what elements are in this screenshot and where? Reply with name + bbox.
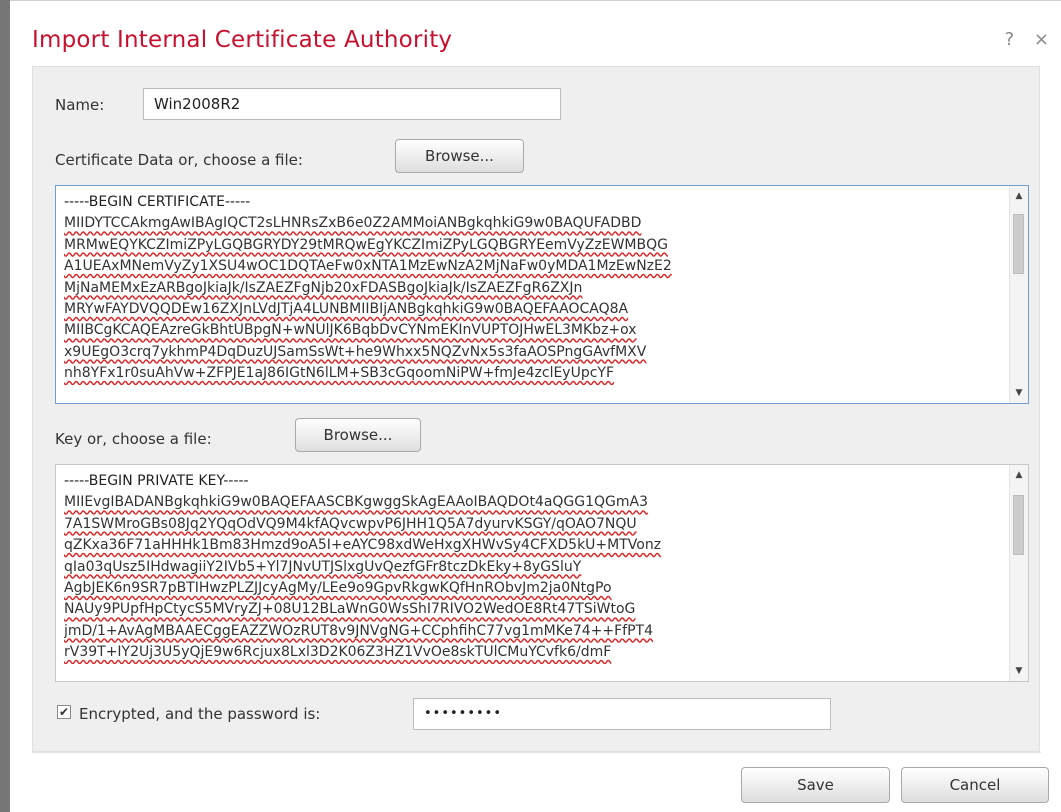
text-line: qZKxa36F71aHHHk1Bm83Hmzd9oA5I+eAYC98xdWe… <box>64 537 662 554</box>
text-line: MIIDYTCCAkmgAwIBAgIQCT2sLHNRsZxB6e0Z2AMM… <box>64 215 642 232</box>
text-line: MjNaMEMxEzARBgoJkiaJk/IsZAEZFgNjb20xFDAS… <box>64 279 583 296</box>
text-line: MIIEvgIBADANBgkqhkiG9w0BAQEFAASCBKgwggSk… <box>64 494 649 511</box>
text-line: MIIBCgKCAQEAzreGkBhtUBpgN+wNUlJK6BqbDvCY… <box>64 322 637 339</box>
window-edge <box>0 0 10 812</box>
text-line: MRMwEQYKCZImiZPyLGQBGRYDY29tMRQwEgYKCZIm… <box>64 236 668 253</box>
password-input[interactable]: ••••••••• <box>413 698 831 730</box>
close-icon[interactable]: × <box>1034 29 1049 50</box>
text-line: rV39T+IY2Uj3U5yQjE9w6Rcjux8Lxl3D2K06Z3HZ… <box>64 644 612 661</box>
scroll-thumb[interactable] <box>1013 495 1024 555</box>
encrypted-checkbox[interactable]: ✔ <box>57 705 71 719</box>
help-icon[interactable]: ? <box>1005 29 1015 50</box>
text-line: 7A1SWMroGBs08Jq2YQqOdVQ9M4kfAQvcwpvP6JHH… <box>64 515 637 532</box>
certificate-browse-button[interactable]: Browse... <box>395 139 524 173</box>
scroll-down-icon[interactable]: ▼ <box>1010 385 1028 401</box>
key-textarea[interactable]: -----BEGIN PRIVATE KEY----- MIIEvgIBADANB… <box>55 464 1029 682</box>
certificate-label: Certificate Data or, choose a file: <box>55 151 303 169</box>
text-line: x9UEgO3crq7ykhmP4DqDuzUJSamSsWt+he9Whxx5… <box>64 343 647 360</box>
text-line: A1UEAxMNemVyZy1XSU4wOC1DQTAeFw0xNTA1MzEw… <box>64 258 672 275</box>
certificate-textarea[interactable]: -----BEGIN CERTIFICATE----- MIIDYTCCAkmgA… <box>55 185 1029 404</box>
text-line: jmD/1+AvAgMBAAECggEAZZWOzRUT8v9JNVgNG+CC… <box>64 622 653 639</box>
dialog-body: Name: Certificate Data or, choose a file… <box>32 66 1040 752</box>
certificate-text: -----BEGIN CERTIFICATE----- MIIDYTCCAkmgA… <box>64 192 998 385</box>
encrypted-label: Encrypted, and the password is: <box>79 705 321 723</box>
text-line: -----BEGIN CERTIFICATE----- <box>64 194 251 210</box>
key-label: Key or, choose a file: <box>55 430 212 448</box>
cancel-button[interactable]: Cancel <box>901 767 1049 803</box>
key-text: -----BEGIN PRIVATE KEY----- MIIEvgIBADANB… <box>64 471 998 664</box>
text-line: -----BEGIN PRIVATE KEY----- <box>64 473 249 489</box>
key-scrollbar[interactable]: ▲ ▼ <box>1009 465 1028 681</box>
certificate-scrollbar[interactable]: ▲ ▼ <box>1009 186 1028 403</box>
text-line: AgbJEK6n9SR7pBTIHwzPLZJJcyAgMy/LEe9o9Gpv… <box>64 580 612 597</box>
dialog-title-controls: ? × <box>991 29 1049 50</box>
scroll-up-icon[interactable]: ▲ <box>1010 467 1028 483</box>
key-browse-button[interactable]: Browse... <box>295 418 421 452</box>
name-input[interactable] <box>143 88 561 120</box>
footer-divider <box>32 752 1041 753</box>
save-button[interactable]: Save <box>741 767 890 803</box>
scroll-up-icon[interactable]: ▲ <box>1010 188 1028 204</box>
text-line: nh8YFx1r0suAhVw+ZFPJE1aJ86IGtN6lLM+SB3cG… <box>64 365 615 382</box>
dialog-title: Import Internal Certificate Authority <box>32 27 453 53</box>
text-line: qIa03qUsz5IHdwagiiY2IVb5+Yl7JNvUTJSlxgUv… <box>64 558 582 575</box>
scroll-thumb[interactable] <box>1013 214 1024 274</box>
import-ca-dialog: Import Internal Certificate Authority ? … <box>10 0 1061 812</box>
text-line: NAUy9PUpfHpCtycS5MVryZJ+08U12BLaWnG0WsSh… <box>64 601 636 618</box>
text-line: MRYwFAYDVQQDEw16ZXJnLVdJTjA4LUNBMIIBIjAN… <box>64 301 629 318</box>
scroll-down-icon[interactable]: ▼ <box>1010 663 1028 679</box>
name-label: Name: <box>55 96 105 114</box>
